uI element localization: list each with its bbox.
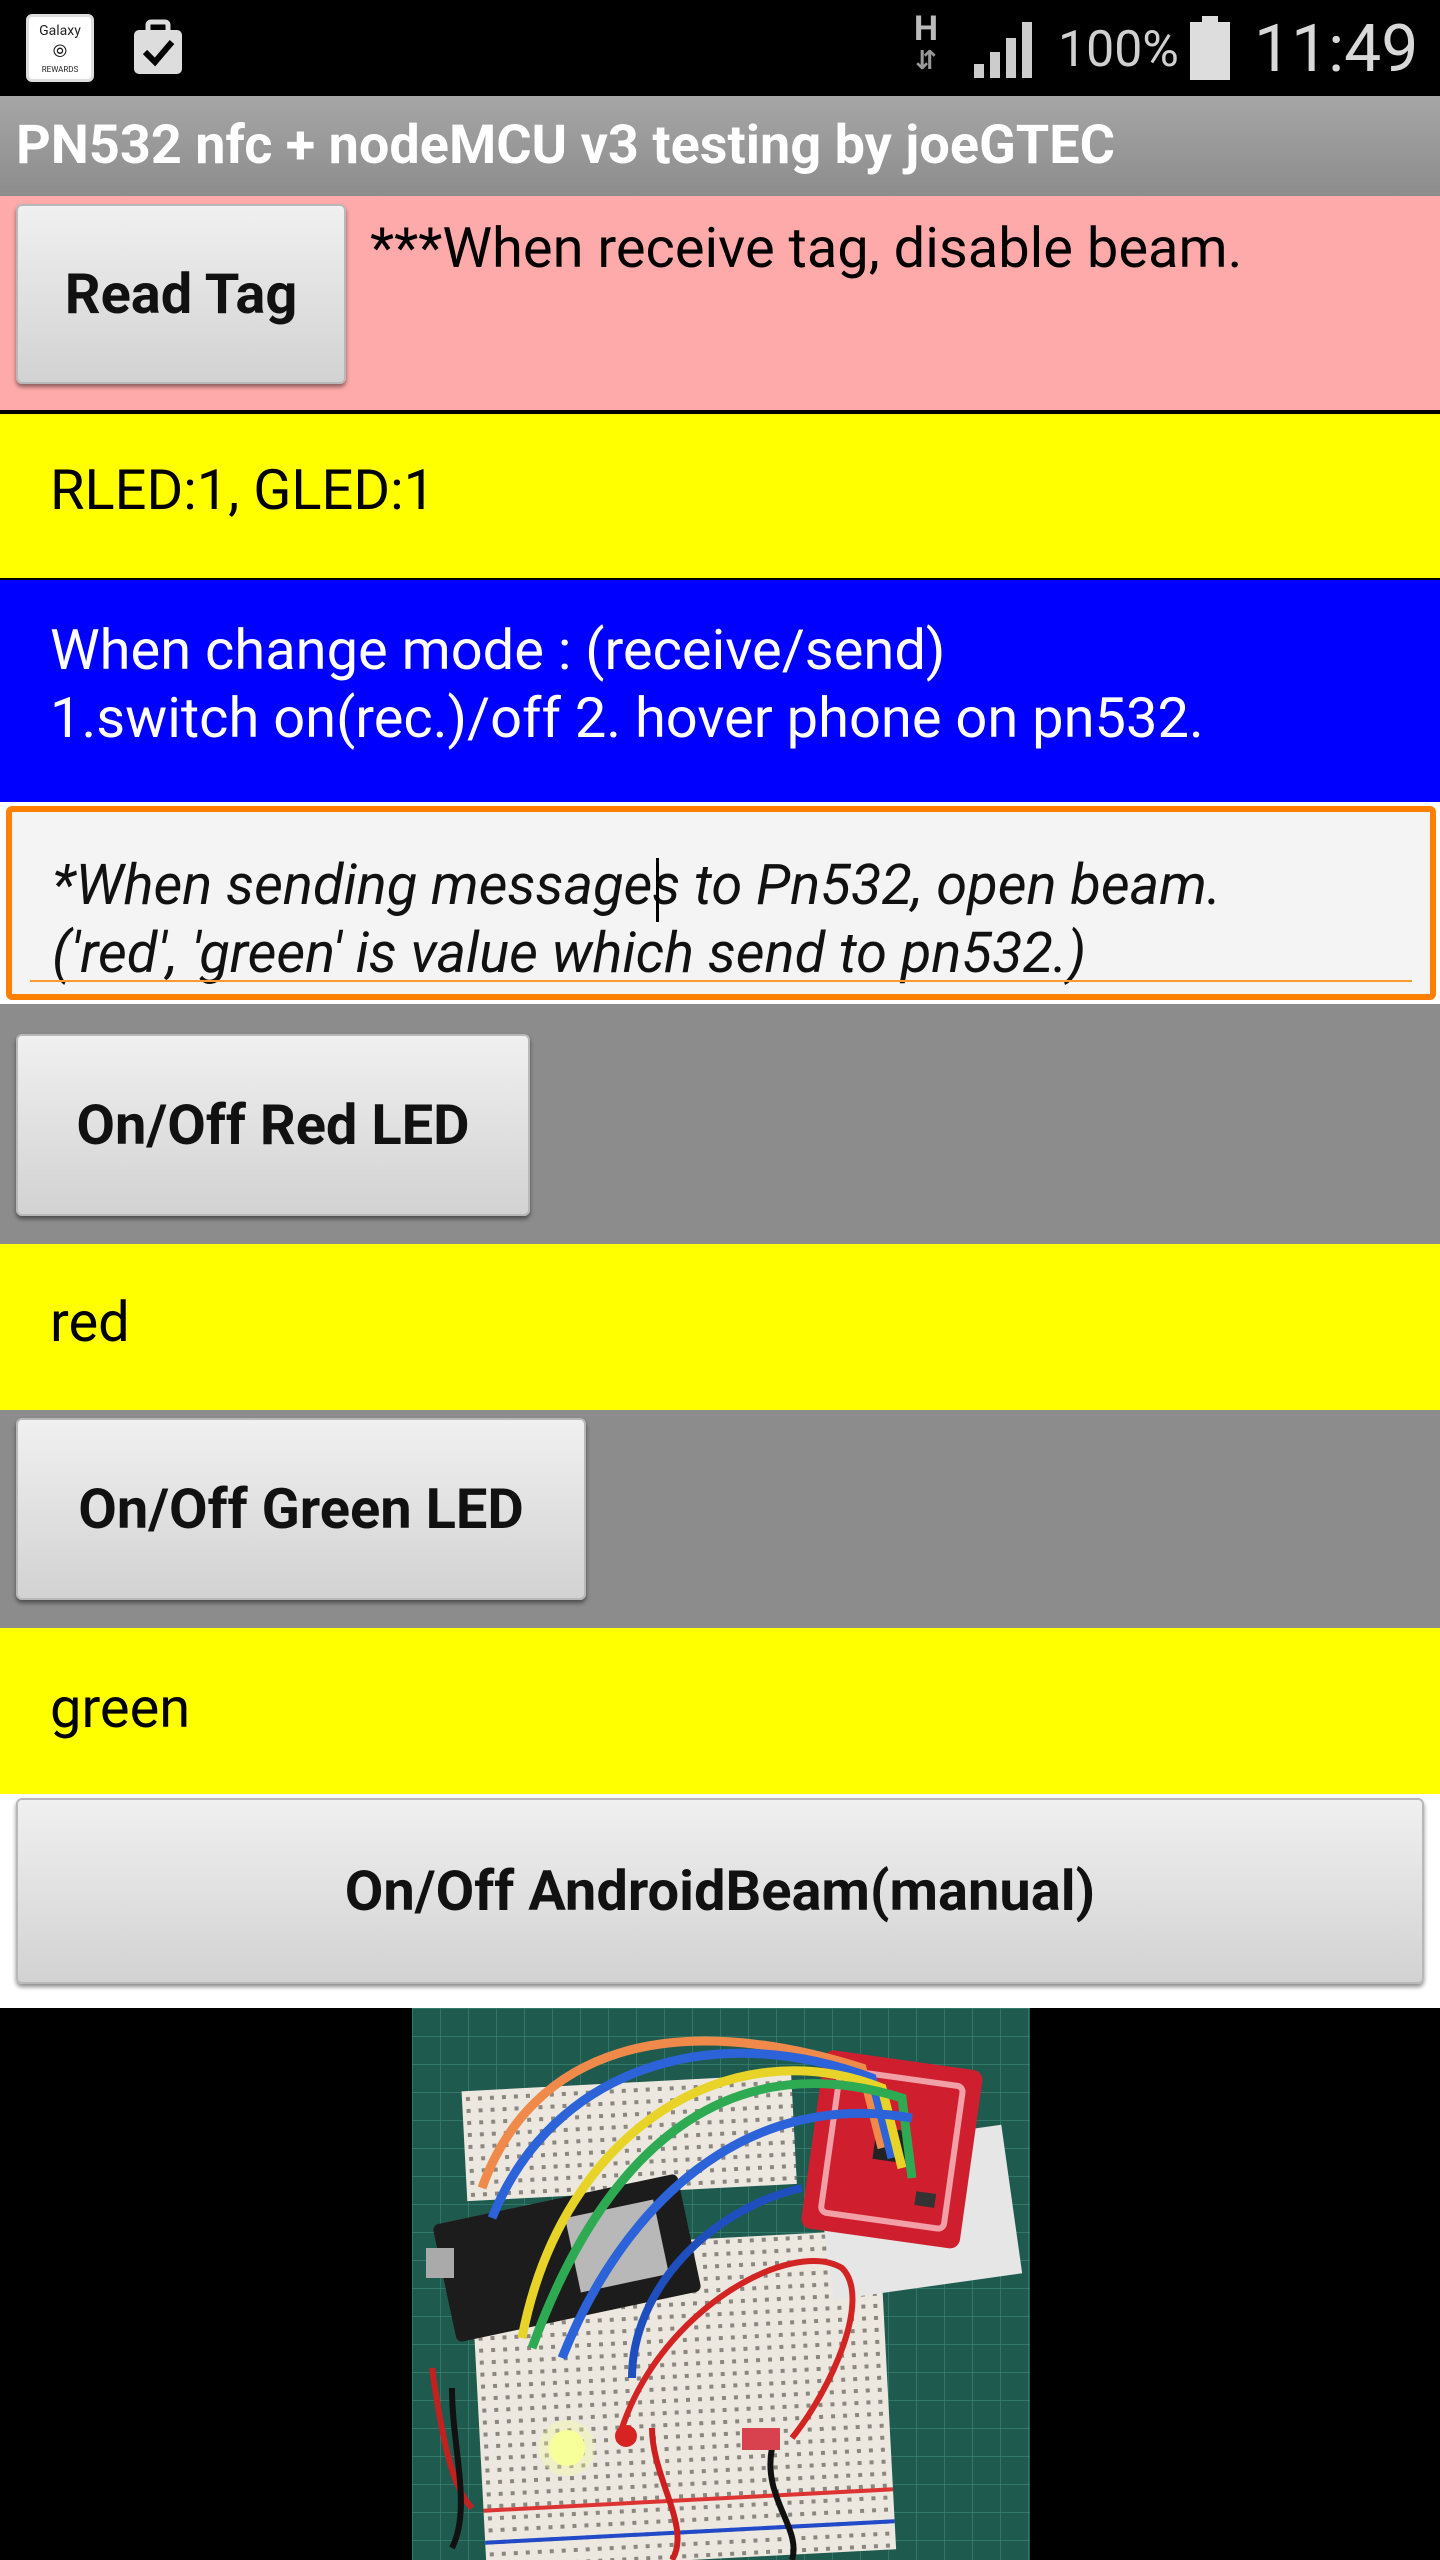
read-tag-note: ***When receive tag, disable beam. [370, 215, 1243, 281]
green-value-label: green [50, 1675, 191, 1741]
galaxy-rewards-icon: Galaxy ⦾ REWARDS [26, 14, 94, 82]
message-input-line1: *When sending messages to Pn532, open be… [52, 852, 1222, 918]
mode-info-section: When change mode : (receive/send) 1.swit… [0, 580, 1440, 802]
galaxy-rewards-sublabel: REWARDS [41, 65, 79, 74]
message-input-line2: ('red', 'green' is value which send to p… [52, 920, 1087, 986]
app-title-bar: PN532 nfc + nodeMCU v3 testing by joeGTE… [0, 96, 1440, 196]
red-led-section: On/Off Red LED [0, 1004, 1440, 1244]
galaxy-rewards-logo: ⦾ [52, 41, 68, 62]
mode-info-line2: 1.switch on(rec.)/off 2. hover phone on … [50, 685, 1204, 751]
breadboard-photo [412, 2008, 1030, 2560]
toggle-green-led-button[interactable]: On/Off Green LED [16, 1418, 586, 1600]
red-value-label: red [50, 1289, 130, 1355]
battery-icon [1190, 16, 1230, 80]
red-value-section: red [0, 1244, 1440, 1410]
signal-icon [974, 22, 1032, 78]
battery-percent: 100% [1058, 21, 1179, 79]
led-status-label: RLED:1, GLED:1 [50, 457, 436, 523]
led-status-section: RLED:1, GLED:1 [0, 414, 1440, 578]
galaxy-rewards-label: Galaxy [39, 23, 81, 39]
network-h-icon: H ⇵ [906, 12, 946, 82]
read-tag-button[interactable]: Read Tag [16, 204, 346, 384]
status-bar: Galaxy ⦾ REWARDS H ⇵ 100% 11:49 [0, 0, 1440, 96]
toggle-android-beam-button[interactable]: On/Off AndroidBeam(manual) [16, 1798, 1424, 1984]
green-led-section: On/Off Green LED [0, 1410, 1440, 1628]
app-title: PN532 nfc + nodeMCU v3 testing by joeGTE… [16, 114, 1115, 177]
input-underline [30, 980, 1412, 982]
network-type: H [913, 9, 938, 49]
red-led [615, 2425, 637, 2447]
beam-section: On/Off AndroidBeam(manual) [0, 1794, 1440, 2008]
clipboard-check-icon [134, 19, 182, 74]
read-tag-section: Read Tag ***When receive tag, disable be… [0, 196, 1440, 410]
toggle-red-led-button[interactable]: On/Off Red LED [16, 1034, 530, 1216]
green-value-section: green [0, 1628, 1440, 1794]
clock: 11:49 [1254, 11, 1419, 88]
mode-info-line1: When change mode : (receive/send) [50, 617, 946, 683]
switch [742, 2428, 780, 2450]
text-cursor [656, 858, 659, 922]
message-input[interactable]: *When sending messages to Pn532, open be… [6, 806, 1436, 1000]
